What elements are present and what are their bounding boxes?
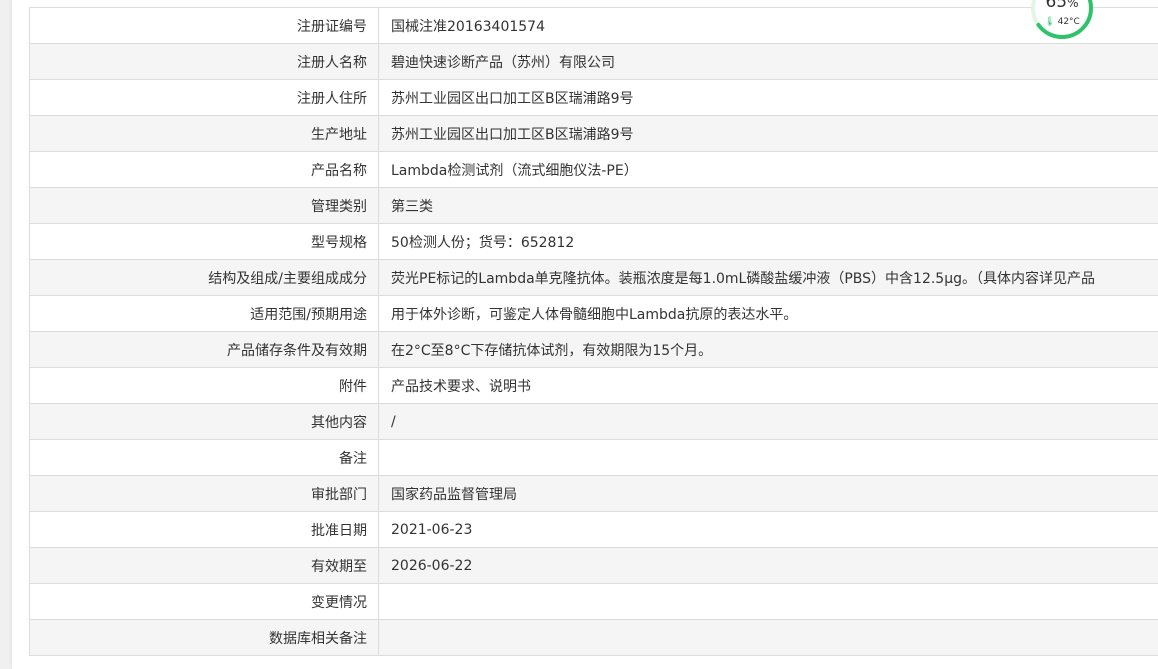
row-label: 有效期至 bbox=[29, 547, 379, 584]
row-label: 型号规格 bbox=[29, 223, 379, 260]
row-label: 附件 bbox=[29, 367, 379, 404]
table-row: 型号规格 50检测人份；货号：652812 bbox=[29, 223, 1158, 260]
table-row: 变更情况 bbox=[29, 583, 1158, 620]
row-label: 注册人住所 bbox=[29, 79, 379, 116]
detail-table-body: 注册证编号 国械注准20163401574 注册人名称 碧迪快速诊断产品（苏州）有限公… bbox=[29, 7, 1158, 656]
row-value: 50检测人份；货号：652812 bbox=[378, 223, 1158, 260]
table-row: 注册人住所 苏州工业园区出口加工区B区瑞浦路9号 bbox=[29, 79, 1158, 116]
row-label: 备注 bbox=[29, 439, 379, 476]
row-value: 荧光PE标记的Lambda单克隆抗体。装瓶浓度是每1.0mL磷酸盐缓冲液（PBS… bbox=[378, 259, 1158, 296]
row-label: 产品储存条件及有效期 bbox=[29, 331, 379, 368]
row-label: 注册证编号 bbox=[29, 7, 379, 44]
table-row: 注册证编号 国械注准20163401574 bbox=[29, 7, 1158, 44]
row-value bbox=[378, 439, 1158, 476]
table-row: 批准日期 2021-06-23 bbox=[29, 511, 1158, 548]
row-label: 批准日期 bbox=[29, 511, 379, 548]
row-value: 用于体外诊断，可鉴定人体骨髓细胞中Lambda抗原的表达水平。 bbox=[378, 295, 1158, 332]
table-row: 数据库相关备注 bbox=[29, 619, 1158, 656]
row-value: 第三类 bbox=[378, 187, 1158, 224]
row-value: 产品技术要求、说明书 bbox=[378, 367, 1158, 404]
row-label: 数据库相关备注 bbox=[29, 619, 379, 656]
row-label: 注册人名称 bbox=[29, 43, 379, 80]
content-page: 注册证编号 国械注准20163401574 注册人名称 碧迪快速诊断产品（苏州）有限公… bbox=[12, 0, 1158, 669]
table-row: 适用范围/预期用途 用于体外诊断，可鉴定人体骨髓细胞中Lambda抗原的表达水平。 bbox=[29, 295, 1158, 332]
row-value: 国家药品监督管理局 bbox=[378, 475, 1158, 512]
row-label: 审批部门 bbox=[29, 475, 379, 512]
row-value bbox=[378, 619, 1158, 656]
temperature-value: 42°C bbox=[1057, 17, 1080, 27]
table-row: 附件 产品技术要求、说明书 bbox=[29, 367, 1158, 404]
row-value: / bbox=[378, 403, 1158, 440]
table-row: 产品名称 Lambda检测试剂（流式细胞仪法-PE） bbox=[29, 151, 1158, 188]
system-monitor-widget[interactable]: 65% 🌡 42°C bbox=[1030, 0, 1094, 40]
row-value: 苏州工业园区出口加工区B区瑞浦路9号 bbox=[378, 79, 1158, 116]
row-label: 生产地址 bbox=[29, 115, 379, 152]
row-label: 适用范围/预期用途 bbox=[29, 295, 379, 332]
table-row: 审批部门 国家药品监督管理局 bbox=[29, 475, 1158, 512]
table-row: 结构及组成/主要组成成分 荧光PE标记的Lambda单克隆抗体。装瓶浓度是每1.0… bbox=[29, 259, 1158, 296]
table-row: 有效期至 2026-06-22 bbox=[29, 547, 1158, 584]
row-label: 其他内容 bbox=[29, 403, 379, 440]
table-row: 生产地址 苏州工业园区出口加工区B区瑞浦路9号 bbox=[29, 115, 1158, 152]
table-row: 管理类别 第三类 bbox=[29, 187, 1158, 224]
usage-percent: 65% bbox=[1030, 0, 1094, 13]
row-value: 2021-06-23 bbox=[378, 511, 1158, 548]
row-label: 变更情况 bbox=[29, 583, 379, 620]
row-value: 在2°C至8°C下存储抗体试剂，有效期限为15个月。 bbox=[378, 331, 1158, 368]
row-value: Lambda检测试剂（流式细胞仪法-PE） bbox=[378, 151, 1158, 188]
temperature-readout: 🌡 42°C bbox=[1030, 16, 1094, 28]
table-row: 产品储存条件及有效期 在2°C至8°C下存储抗体试剂，有效期限为15个月。 bbox=[29, 331, 1158, 368]
usage-percent-unit: % bbox=[1067, 0, 1079, 10]
row-label: 产品名称 bbox=[29, 151, 379, 188]
table-row: 其他内容 / bbox=[29, 403, 1158, 440]
row-value: 碧迪快速诊断产品（苏州）有限公司 bbox=[378, 43, 1158, 80]
row-label: 结构及组成/主要组成成分 bbox=[29, 259, 379, 296]
table-row: 注册人名称 碧迪快速诊断产品（苏州）有限公司 bbox=[29, 43, 1158, 80]
row-value: 2026-06-22 bbox=[378, 547, 1158, 584]
registration-detail-table: 注册证编号 国械注准20163401574 注册人名称 碧迪快速诊断产品（苏州）有限公… bbox=[29, 7, 1158, 656]
table-row: 备注 bbox=[29, 439, 1158, 476]
thermometer-icon: 🌡 bbox=[1044, 17, 1056, 27]
usage-percent-value: 65 bbox=[1045, 0, 1068, 12]
row-value: 苏州工业园区出口加工区B区瑞浦路9号 bbox=[378, 115, 1158, 152]
row-value bbox=[378, 583, 1158, 620]
row-label: 管理类别 bbox=[29, 187, 379, 224]
